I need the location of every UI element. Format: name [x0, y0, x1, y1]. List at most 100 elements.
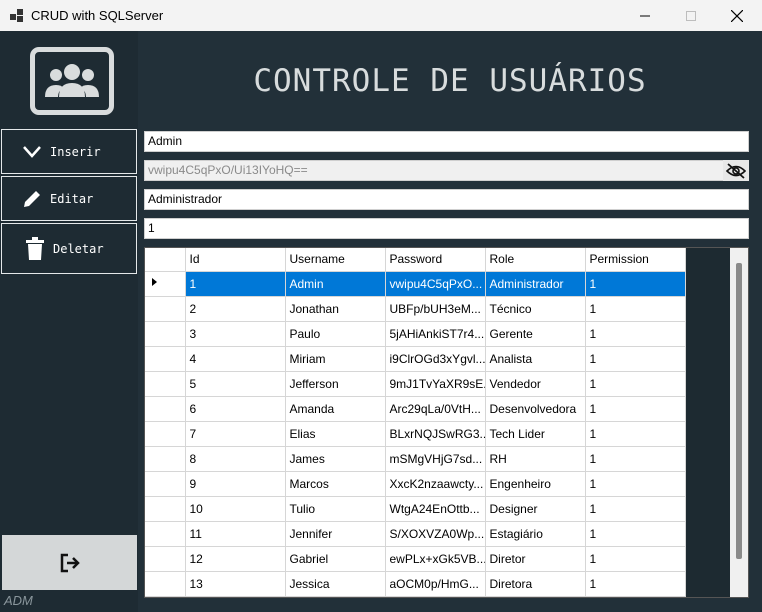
maximize-button[interactable]: [668, 0, 714, 31]
vertical-scrollbar[interactable]: [730, 248, 748, 597]
cell-role[interactable]: Administrador: [485, 271, 586, 297]
cell-id[interactable]: 1: [185, 271, 286, 297]
cell-id[interactable]: 5: [185, 371, 286, 397]
cell-role[interactable]: Diretora: [485, 571, 586, 597]
cell-password[interactable]: XxcK2nzaawcty...: [385, 471, 486, 497]
cell-password[interactable]: i9ClrOGd3xYgvl...: [385, 346, 486, 372]
edit-button[interactable]: Editar: [1, 176, 137, 221]
cell-role[interactable]: Estagiário: [485, 521, 586, 547]
table-row[interactable]: 13 Jessica aOCM0p/HmG... Diretora 1: [145, 571, 686, 597]
toggle-password-button[interactable]: [723, 160, 749, 181]
cell-role[interactable]: Designer: [485, 496, 586, 522]
cell-role[interactable]: Diretor: [485, 546, 586, 572]
cell-role[interactable]: Desenvolvedora: [485, 396, 586, 422]
table-row[interactable]: 9 Marcos XxcK2nzaawcty... Engenheiro 1: [145, 471, 686, 497]
cell-id[interactable]: 9: [185, 471, 286, 497]
permission-field[interactable]: 1: [144, 218, 749, 239]
cell-id[interactable]: 10: [185, 496, 286, 522]
cell-permission[interactable]: 1: [585, 421, 686, 447]
cell-username[interactable]: Amanda: [285, 396, 386, 422]
column-header-username[interactable]: Username: [285, 248, 386, 272]
cell-permission[interactable]: 1: [585, 321, 686, 347]
table-row[interactable]: 6 Amanda Arc29qLa/0VtH... Desenvolvedora 1: [145, 396, 686, 422]
row-header[interactable]: [145, 421, 186, 447]
cell-role[interactable]: Vendedor: [485, 371, 586, 397]
cell-password[interactable]: S/XOXVZA0Wp...: [385, 521, 486, 547]
cell-username[interactable]: Miriam: [285, 346, 386, 372]
cell-username[interactable]: Jennifer: [285, 521, 386, 547]
row-header[interactable]: [145, 271, 186, 297]
cell-permission[interactable]: 1: [585, 521, 686, 547]
column-header-role[interactable]: Role: [485, 248, 586, 272]
cell-id[interactable]: 12: [185, 546, 286, 572]
scrollbar-thumb[interactable]: [736, 263, 742, 559]
table-row[interactable]: 11 Jennifer S/XOXVZA0Wp... Estagiário 1: [145, 521, 686, 547]
row-header[interactable]: [145, 346, 186, 372]
table-row[interactable]: 5 Jefferson 9mJ1TvYaXR9sE... Vendedor 1: [145, 371, 686, 397]
cell-role[interactable]: RH: [485, 446, 586, 472]
cell-permission[interactable]: 1: [585, 371, 686, 397]
username-field[interactable]: Admin: [144, 131, 749, 152]
row-header[interactable]: [145, 521, 186, 547]
row-header[interactable]: [145, 371, 186, 397]
cell-username[interactable]: Paulo: [285, 321, 386, 347]
column-header-id[interactable]: Id: [185, 248, 286, 272]
cell-permission[interactable]: 1: [585, 571, 686, 597]
cell-id[interactable]: 4: [185, 346, 286, 372]
cell-username[interactable]: Elias: [285, 421, 386, 447]
cell-password[interactable]: 9mJ1TvYaXR9sE...: [385, 371, 486, 397]
cell-role[interactable]: Analista: [485, 346, 586, 372]
cell-id[interactable]: 6: [185, 396, 286, 422]
cell-username[interactable]: Gabriel: [285, 546, 386, 572]
row-header[interactable]: [145, 496, 186, 522]
table-row[interactable]: 3 Paulo 5jAHiAnkiST7r4... Gerente 1: [145, 321, 686, 347]
logout-button[interactable]: [2, 535, 137, 590]
cell-password[interactable]: aOCM0p/HmG...: [385, 571, 486, 597]
role-field[interactable]: Administrador: [144, 189, 749, 210]
cell-username[interactable]: James: [285, 446, 386, 472]
row-header[interactable]: [145, 446, 186, 472]
cell-permission[interactable]: 1: [585, 296, 686, 322]
minimize-button[interactable]: [622, 0, 668, 31]
cell-permission[interactable]: 1: [585, 446, 686, 472]
cell-permission[interactable]: 1: [585, 396, 686, 422]
row-header[interactable]: [145, 571, 186, 597]
cell-username[interactable]: Admin: [285, 271, 386, 297]
password-field[interactable]: vwipu4C5qPxO/Ui13IYoHQ==: [144, 160, 749, 181]
cell-username[interactable]: Tulio: [285, 496, 386, 522]
table-row[interactable]: 8 James mSMgVHjG7sd... RH 1: [145, 446, 686, 472]
table-row[interactable]: 12 Gabriel ewPLx+xGk5VB... Diretor 1: [145, 546, 686, 572]
row-header[interactable]: [145, 396, 186, 422]
column-header-password[interactable]: Password: [385, 248, 486, 272]
cell-id[interactable]: 7: [185, 421, 286, 447]
cell-username[interactable]: Marcos: [285, 471, 386, 497]
cell-password[interactable]: WtgA24EnOttb...: [385, 496, 486, 522]
table-row[interactable]: 4 Miriam i9ClrOGd3xYgvl... Analista 1: [145, 346, 686, 372]
cell-password[interactable]: mSMgVHjG7sd...: [385, 446, 486, 472]
cell-password[interactable]: 5jAHiAnkiST7r4...: [385, 321, 486, 347]
cell-permission[interactable]: 1: [585, 496, 686, 522]
table-row[interactable]: 7 Elias BLxrNQJSwRG3... Tech Lider 1: [145, 421, 686, 447]
row-header[interactable]: [145, 546, 186, 572]
cell-permission[interactable]: 1: [585, 471, 686, 497]
users-grid[interactable]: Id Username Password Role Permission 1 Ad…: [144, 247, 749, 598]
cell-password[interactable]: ewPLx+xGk5VB...: [385, 546, 486, 572]
cell-role[interactable]: Técnico: [485, 296, 586, 322]
cell-role[interactable]: Gerente: [485, 321, 586, 347]
insert-button[interactable]: Inserir: [1, 129, 137, 174]
cell-id[interactable]: 11: [185, 521, 286, 547]
cell-password[interactable]: Arc29qLa/0VtH...: [385, 396, 486, 422]
cell-permission[interactable]: 1: [585, 546, 686, 572]
row-header[interactable]: [145, 296, 186, 322]
table-row[interactable]: 10 Tulio WtgA24EnOttb... Designer 1: [145, 496, 686, 522]
cell-id[interactable]: 8: [185, 446, 286, 472]
row-header[interactable]: [145, 471, 186, 497]
column-header-permission[interactable]: Permission: [585, 248, 686, 272]
close-button[interactable]: [714, 0, 760, 31]
table-row[interactable]: 2 Jonathan UBFp/bUH3eM... Técnico 1: [145, 296, 686, 322]
cell-permission[interactable]: 1: [585, 271, 686, 297]
cell-id[interactable]: 3: [185, 321, 286, 347]
table-row[interactable]: 1 Admin vwipu4C5qPxO... Administrador 1: [145, 271, 686, 297]
cell-password[interactable]: BLxrNQJSwRG3...: [385, 421, 486, 447]
cell-role[interactable]: Tech Lider: [485, 421, 586, 447]
